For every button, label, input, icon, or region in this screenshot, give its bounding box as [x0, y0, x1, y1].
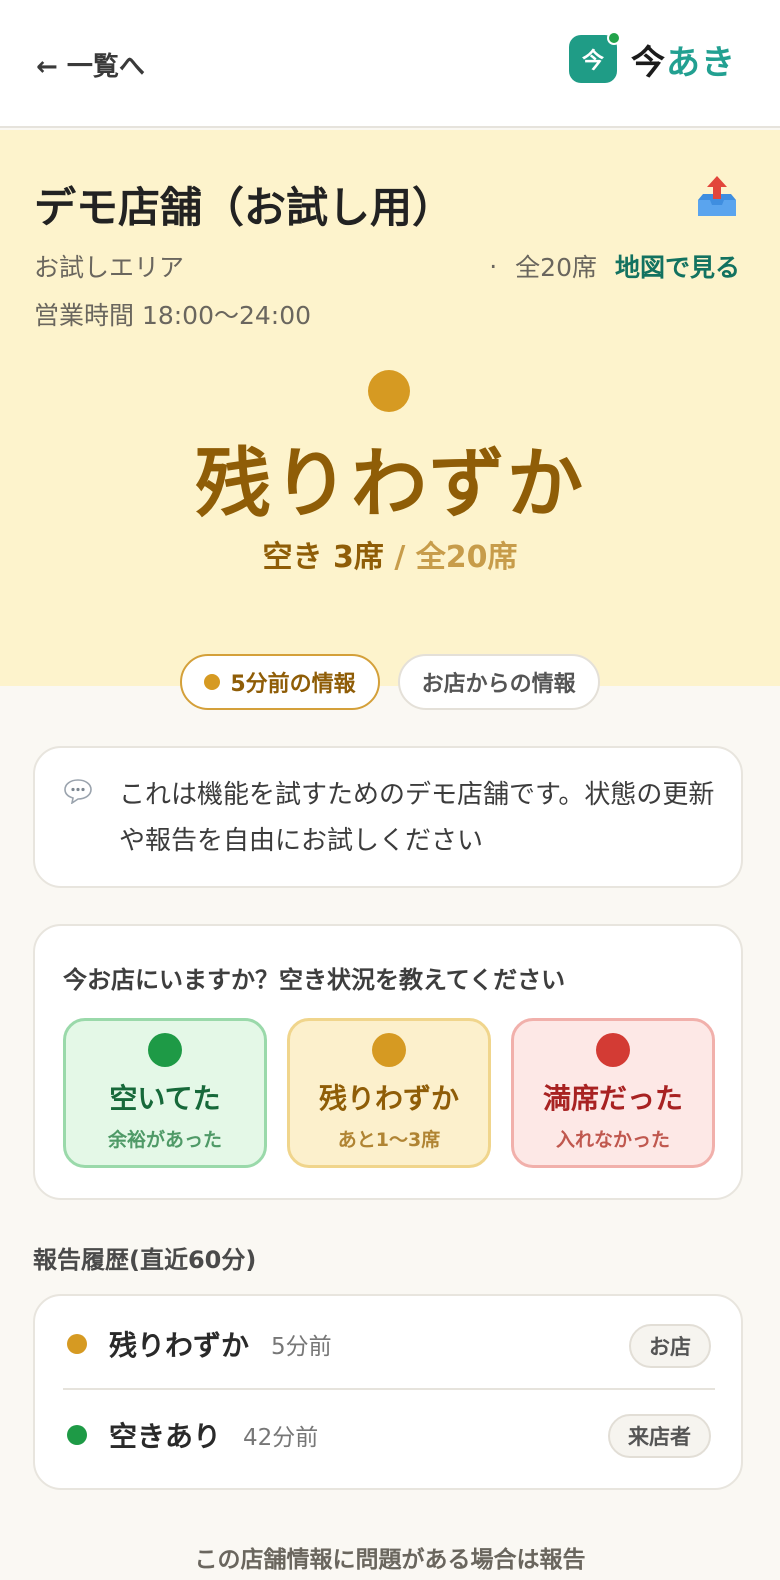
total-seats: 全20席 [515, 253, 597, 282]
history-status-dot [67, 1334, 87, 1354]
speech-bubble-icon [64, 779, 92, 804]
history-card: 残りわずか 5分前 お店 空きあり 42分前 来店者 [33, 1294, 743, 1490]
report-question: 今お店にいますか？空き状況を教えてください [63, 966, 566, 994]
brand-logo-icon: 今 [569, 31, 621, 83]
demo-notice-card: これは機能を試すためのデモ店舗です。状態の更新や報告を自由にお試しください [33, 746, 743, 888]
seat-availability: 空き 3席 / 全20席 [0, 532, 780, 576]
shop-area: お試しエリア [34, 253, 185, 282]
brand-name-part1: 今 [631, 42, 666, 83]
meta-separator: · [489, 251, 498, 281]
history-time: 5分前 [271, 1334, 332, 1360]
report-choices: 空いてた 余裕があった 残りわずか あと1〜3席 満席だった 入れなかった [63, 1018, 715, 1168]
recent-dot [204, 674, 221, 690]
report-issue-link[interactable]: この店舗情報に問題がある場合は報告 [0, 1540, 780, 1574]
share-icon[interactable] [694, 174, 740, 220]
report-few-left-button[interactable]: 残りわずか あと1〜3席 [287, 1018, 491, 1168]
info-source-tabs: 5分前の情報 お店からの情報 [0, 654, 780, 710]
history-title: 報告履歴(直近60分) [33, 1246, 257, 1274]
shop-name: デモ店舗（お試し用） [34, 183, 455, 232]
vacant-sub: 余裕があった [107, 1129, 222, 1151]
shop-meta: · 全20席 地図で見る [489, 248, 740, 284]
status-indicator-dot [368, 370, 410, 412]
vacant-title: 空いてた [109, 1082, 221, 1115]
history-row: 空きあり 42分前 来店者 [63, 1390, 715, 1480]
status-label: 残りわずか [195, 439, 585, 528]
brand-name: 今あき [631, 35, 736, 84]
full-title: 満席だった [542, 1082, 683, 1115]
history-source-badge: お店 [629, 1324, 711, 1368]
brand-logo-dot [607, 31, 621, 45]
brand-name-part2: あき [666, 42, 736, 83]
brand[interactable]: 今 今あき [569, 31, 736, 84]
tab-recent-info[interactable]: 5分前の情報 [180, 654, 380, 710]
opening-hours: 営業時間 18:00〜24:00 [34, 301, 312, 330]
brand-logo-glyph: 今 [581, 49, 604, 74]
tab-shop-label: お店からの情報 [421, 672, 576, 697]
history-source-badge: 来店者 [608, 1414, 711, 1458]
back-to-list-link[interactable]: ← 一覧へ [36, 44, 145, 84]
available-seats: 空き 3席 [262, 540, 384, 575]
demo-notice-text: これは機能を試すためのデモ店舗です。状態の更新や報告を自由にお試しください [119, 780, 715, 856]
few-left-sub: あと1〜3席 [337, 1129, 441, 1151]
history-status-dot [67, 1425, 87, 1445]
full-sub: 入れなかった [555, 1129, 670, 1151]
history-status-label: 空きあり [109, 1420, 222, 1453]
tab-shop-info[interactable]: お店からの情報 [397, 654, 600, 710]
report-vacant-button[interactable]: 空いてた 余裕があった [63, 1018, 267, 1168]
tab-recent-label: 5分前の情報 [230, 672, 356, 697]
few-left-dot [372, 1033, 406, 1067]
history-row: 残りわずか 5分前 お店 [63, 1300, 715, 1390]
total-seats-sub: / 全20席 [394, 540, 518, 575]
history-status-label: 残りわずか [109, 1329, 250, 1362]
full-dot [596, 1033, 630, 1067]
map-link[interactable]: 地図で見る [615, 248, 740, 284]
top-bar: ← 一覧へ 今 今あき [0, 0, 780, 128]
report-card: 今お店にいますか？空き状況を教えてください 空いてた 余裕があった 残りわずか … [33, 924, 743, 1200]
report-full-button[interactable]: 満席だった 入れなかった [511, 1018, 715, 1168]
status-hero: デモ店舗（お試し用） お試しエリア · 全20席 地図で見る 営業時間 18:0… [0, 130, 780, 686]
history-time: 42分前 [243, 1425, 319, 1451]
vacant-dot [148, 1033, 182, 1067]
few-left-title: 残りわずか [318, 1082, 459, 1115]
